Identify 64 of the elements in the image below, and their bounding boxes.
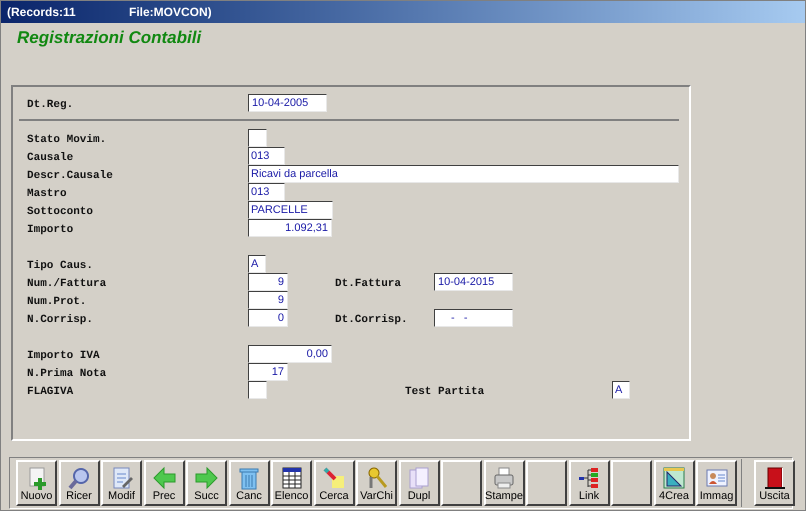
toolbar-button[interactable]: Link xyxy=(568,460,610,506)
toolbar-button[interactable]: Immag xyxy=(696,460,737,506)
left-icon xyxy=(152,466,176,490)
input-field[interactable] xyxy=(248,129,267,147)
blank-button[interactable] xyxy=(441,460,482,506)
search-icon xyxy=(67,466,91,490)
field-label: Causale xyxy=(27,152,74,164)
records-count: (Records:11 xyxy=(7,4,77,21)
toolbar-button[interactable]: Nuovo xyxy=(16,460,57,506)
field-label: Mastro xyxy=(27,188,67,200)
toolbar-button[interactable]: Ricer xyxy=(58,460,100,506)
toolbar-button[interactable]: 4Crea xyxy=(654,460,694,506)
input-field[interactable]: 0,00 xyxy=(248,345,332,363)
field-label: Descr.Causale xyxy=(27,170,113,182)
tree-icon xyxy=(577,466,601,490)
toolbar-button[interactable]: Prec xyxy=(144,460,184,506)
toolbar-button[interactable]: Modif xyxy=(101,460,142,506)
input-field[interactable]: 9 xyxy=(248,291,288,309)
door-icon xyxy=(762,466,786,490)
input-field[interactable]: 0 xyxy=(248,309,288,327)
input-field[interactable]: A xyxy=(612,381,630,399)
trash-icon xyxy=(237,466,261,490)
field-label: Dt.Reg. xyxy=(27,99,74,111)
blank-button[interactable] xyxy=(611,460,652,506)
input-field[interactable]: A xyxy=(248,255,266,273)
toolbar-button[interactable]: Stampe xyxy=(484,460,524,506)
field-label: Dt.Fattura xyxy=(335,278,402,290)
field-label: FLAGIVA xyxy=(27,386,74,398)
input-field[interactable]: 17 xyxy=(248,363,288,381)
toolbar-button[interactable]: VarChi xyxy=(356,460,397,506)
field-label: Dt.Corrisp. xyxy=(335,314,408,326)
copy-icon xyxy=(407,466,431,490)
field-label: Stato Movim. xyxy=(27,134,106,146)
field-label: N.Prima Nota xyxy=(27,368,106,380)
input-field[interactable]: Ricavi da parcella xyxy=(248,165,679,183)
input-field[interactable]: 013 xyxy=(248,147,285,165)
input-field[interactable]: - - xyxy=(434,309,513,327)
input-field[interactable]: 013 xyxy=(248,183,285,201)
blank-button[interactable] xyxy=(526,460,567,506)
input-field[interactable]: 10-04-2005 xyxy=(248,94,327,112)
toolbar-button[interactable]: Elenco xyxy=(271,460,312,506)
field-label: Test Partita xyxy=(405,386,484,398)
field-label: Sottoconto xyxy=(27,206,94,218)
toolbar-button[interactable]: Cerca xyxy=(314,460,354,506)
field-label: Importo xyxy=(27,224,74,236)
toolbar-button[interactable]: Succ xyxy=(186,460,227,506)
file-name: File:MOVCON) xyxy=(129,4,212,21)
table-icon xyxy=(280,466,304,490)
input-field[interactable]: 1.092,31 xyxy=(248,219,332,237)
right-icon xyxy=(194,466,218,490)
toolbar-button[interactable]: Canc xyxy=(228,460,270,506)
toolbar-button[interactable]: Uscita xyxy=(754,460,795,506)
printer-icon xyxy=(492,466,516,490)
field-label: Importo IVA xyxy=(27,350,100,362)
field-label: Tipo Caus. xyxy=(27,260,94,272)
input-field[interactable] xyxy=(248,381,267,399)
field-label: Num.Prot. xyxy=(27,296,86,308)
toolbar-button[interactable]: Dupl xyxy=(398,460,440,506)
input-field[interactable]: PARCELLE xyxy=(248,201,333,219)
form-heading: Registrazioni Contabili xyxy=(17,28,202,47)
field-label: N.Corrisp. xyxy=(27,314,94,326)
input-field[interactable]: 10-04-2015 xyxy=(434,273,513,291)
field-label: Num./Fattura xyxy=(27,278,106,290)
input-field[interactable]: 9 xyxy=(248,273,288,291)
